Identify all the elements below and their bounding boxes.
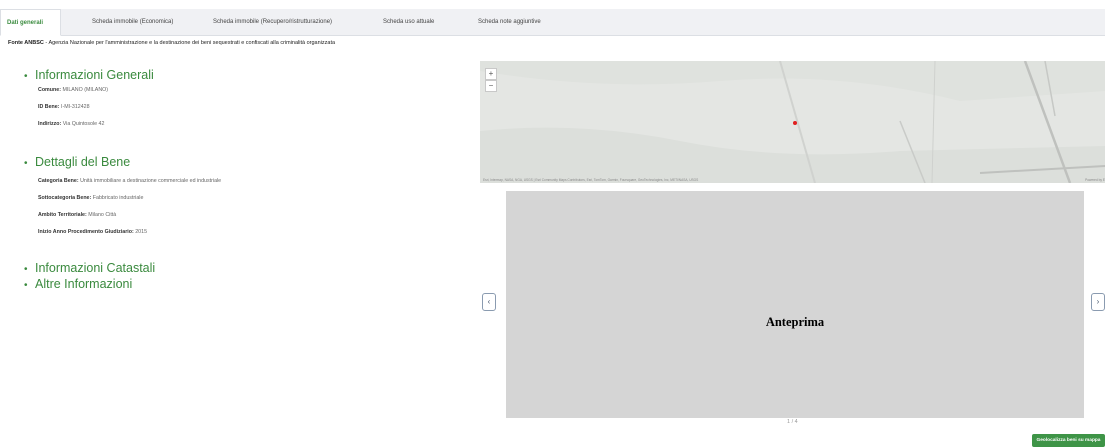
section-dettagli-del-bene[interactable]: • Dettagli del Bene bbox=[24, 155, 130, 169]
section-title: Altre Informazioni bbox=[35, 277, 133, 291]
field-label: Comune: bbox=[38, 87, 61, 93]
field-label: Categoria Bene: bbox=[38, 178, 79, 184]
preview-label: Anteprima bbox=[765, 315, 825, 329]
field-value: MILANO (MILANO) bbox=[62, 87, 109, 93]
source-note: Fonte ANBSC - Agenzia Nazionale per l'am… bbox=[8, 40, 335, 46]
field-value: I-MI-312428 bbox=[60, 104, 90, 110]
tab-scheda-uso-attuale[interactable]: Scheda uso attuale bbox=[377, 9, 440, 35]
collapse-bullet-icon: • bbox=[24, 71, 28, 82]
map-terrain bbox=[480, 61, 1105, 183]
section-informazioni-catastali[interactable]: • Informazioni Catastali bbox=[24, 261, 155, 275]
field-value: Via Quintosole 42 bbox=[62, 121, 105, 127]
field-label: Inizio Anno Procedimento Giudiziario: bbox=[38, 229, 134, 235]
source-description: - Agenzia Nazionale per l'amministrazion… bbox=[43, 40, 336, 46]
map-attribution: Esri, Intermap, NASA, NGA, USGS | Esri C… bbox=[483, 178, 699, 182]
collapse-bullet-icon: • bbox=[24, 264, 28, 275]
field-ambito-territoriale: Ambito Territoriale: Milano Città bbox=[38, 212, 116, 218]
geolocate-button[interactable]: Geolocalizza beni su mappa bbox=[1032, 434, 1105, 447]
property-marker[interactable] bbox=[793, 121, 797, 125]
map-view[interactable]: + − Esri, Intermap, NASA, NGA, USGS | Es… bbox=[480, 61, 1105, 183]
tab-bar: Dati generali Scheda immobile (Economica… bbox=[0, 9, 1105, 36]
image-counter: 1 / 4 bbox=[787, 419, 798, 425]
zoom-out-button[interactable]: − bbox=[485, 80, 497, 92]
field-comune: Comune: MILANO (MILANO) bbox=[38, 87, 108, 93]
field-inizio-anno-procedimento: Inizio Anno Procedimento Giudiziario: 20… bbox=[38, 229, 147, 235]
map-powered-by[interactable]: Powered by E bbox=[1085, 178, 1105, 182]
tab-scheda-recupero[interactable]: Scheda immobile (Recupero/ristrutturazio… bbox=[207, 9, 338, 35]
field-value: Milano Città bbox=[88, 212, 117, 218]
collapse-bullet-icon: • bbox=[24, 158, 28, 169]
section-altre-informazioni[interactable]: • Altre Informazioni bbox=[24, 277, 132, 291]
field-categoria-bene: Categoria Bene: Unità immobiliare a dest… bbox=[38, 178, 221, 184]
field-label: Indirizzo: bbox=[38, 121, 62, 127]
source-name: Fonte ANBSC bbox=[8, 40, 44, 46]
next-image-button[interactable]: › bbox=[1091, 293, 1105, 311]
field-id-bene: ID Bene: I-MI-312428 bbox=[38, 104, 90, 110]
collapse-bullet-icon: • bbox=[24, 280, 28, 291]
field-value: Fabbricato industriale bbox=[92, 195, 144, 201]
field-label: ID Bene: bbox=[38, 104, 60, 110]
image-preview: Anteprima bbox=[506, 191, 1084, 418]
chevron-left-icon: ‹ bbox=[487, 297, 491, 306]
section-title: Dettagli del Bene bbox=[35, 155, 131, 169]
chevron-right-icon: › bbox=[1096, 297, 1100, 306]
zoom-in-button[interactable]: + bbox=[485, 68, 497, 80]
field-label: Ambito Territoriale: bbox=[38, 212, 87, 218]
section-informazioni-generali[interactable]: • Informazioni Generali bbox=[24, 68, 154, 82]
field-indirizzo: Indirizzo: Via Quintosole 42 bbox=[38, 121, 104, 127]
field-sottocategoria-bene: Sottocategoria Bene: Fabbricato industri… bbox=[38, 195, 143, 201]
section-title: Informazioni Catastali bbox=[35, 261, 156, 275]
field-value: Unità immobiliare a destinazione commerc… bbox=[80, 178, 222, 184]
field-label: Sottocategoria Bene: bbox=[38, 195, 92, 201]
tab-scheda-note-aggiuntive[interactable]: Scheda note aggiuntive bbox=[472, 9, 547, 35]
field-value: 2015 bbox=[135, 229, 148, 235]
tab-scheda-economica[interactable]: Scheda immobile (Economica) bbox=[86, 9, 179, 35]
section-title: Informazioni Generali bbox=[35, 68, 154, 82]
previous-image-button[interactable]: ‹ bbox=[482, 293, 496, 311]
tab-dati-generali[interactable]: Dati generali bbox=[0, 9, 61, 36]
